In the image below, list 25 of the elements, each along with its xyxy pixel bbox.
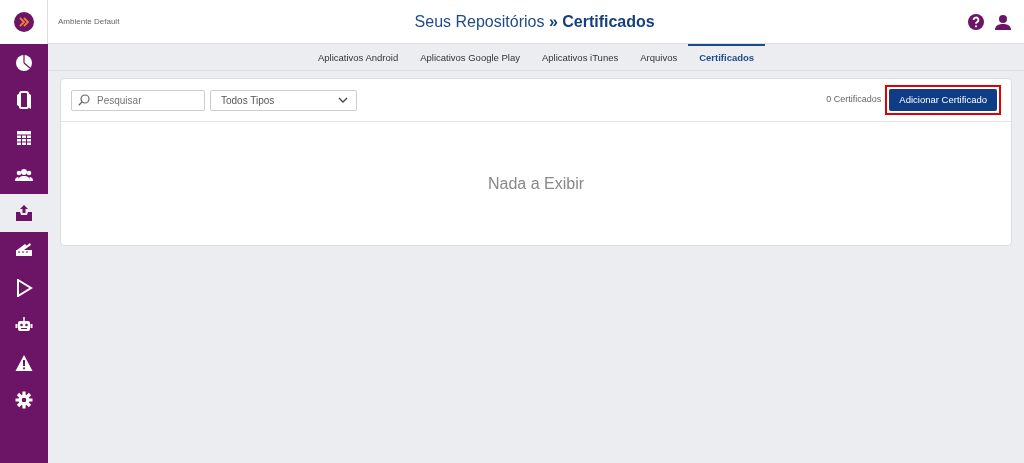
user-icon[interactable] — [995, 13, 1012, 30]
tab[interactable]: Aplicativos Android — [306, 44, 410, 70]
logo-icon[interactable] — [13, 12, 34, 32]
help-icon[interactable] — [968, 13, 985, 30]
chevron-icon — [338, 97, 348, 104]
tab[interactable]: Arquivos — [629, 44, 689, 70]
sidebar-item[interactable] — [0, 194, 48, 232]
phone-icon — [15, 91, 33, 110]
certificate-count: 0 Certificados — [826, 93, 882, 107]
pie-chart-icon — [15, 53, 33, 72]
tab[interactable]: Certificados — [688, 44, 766, 70]
warning-icon — [15, 353, 33, 372]
tab[interactable]: Aplicativos iTunes — [531, 44, 630, 70]
play-icon — [15, 278, 33, 297]
tab[interactable]: Aplicativos Google Play — [409, 44, 531, 70]
add-certificate-button[interactable]: Adicionar Certificado — [889, 89, 997, 112]
inbox-icon — [15, 203, 33, 222]
settings-icon — [15, 391, 33, 410]
page-title: Seus Repositórios » Certificados — [414, 11, 655, 32]
type-dropdown[interactable]: Todos Tipos — [210, 89, 357, 111]
environment-label: Ambiente Default — [58, 15, 120, 28]
search-field[interactable]: Pesquisar — [71, 89, 205, 111]
search-icon — [78, 93, 90, 106]
empty-message: Nada a Exibir — [487, 173, 584, 194]
table-icon — [15, 128, 33, 147]
